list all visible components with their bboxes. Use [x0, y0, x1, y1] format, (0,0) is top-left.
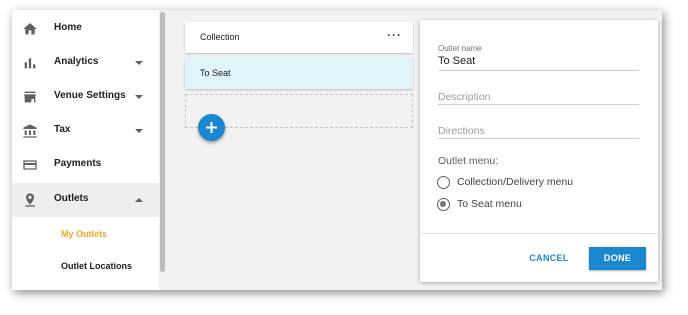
outlet-card-collection[interactable]: Collection ··· — [185, 22, 413, 53]
menu-option-label: To Seat menu — [457, 198, 522, 210]
sidebar-item-tax[interactable]: Tax — [12, 114, 159, 148]
sidebar-item-label: Outlets — [54, 193, 89, 204]
chevron-up-icon — [135, 198, 143, 202]
more-horizontal-icon[interactable]: ··· — [387, 29, 402, 41]
outlet-name-label: Outlet name — [438, 44, 482, 53]
sidebar-item-home[interactable]: Home — [12, 12, 159, 46]
bar-chart-icon — [24, 58, 36, 69]
sidebar-scrollbar-thumb[interactable] — [160, 12, 165, 272]
plus-icon — [206, 122, 217, 133]
description-underline — [438, 104, 639, 105]
app-window: Home Analytics Venue Settings Tax Paymen… — [12, 10, 662, 290]
chevron-down-icon — [135, 61, 143, 65]
outlet-card-to-seat[interactable]: To Seat — [185, 58, 413, 89]
directions-field[interactable]: Directions — [438, 125, 485, 137]
sidebar-item-venue-settings[interactable]: Venue Settings — [12, 80, 159, 114]
credit-card-icon — [23, 160, 37, 170]
menu-option-label: Collection/Delivery menu — [457, 176, 574, 188]
outlet-name-field[interactable]: To Seat — [438, 55, 475, 67]
storefront-icon — [24, 91, 36, 103]
location-pin-icon — [25, 193, 35, 207]
home-icon — [23, 23, 37, 35]
sidebar: Home Analytics Venue Settings Tax Paymen… — [12, 10, 159, 290]
menu-option-to-seat[interactable]: To Seat menu — [437, 196, 522, 212]
radio-unchecked-icon[interactable] — [437, 175, 450, 189]
sidebar-subitem-my-outlets[interactable]: My Outlets — [61, 229, 107, 239]
chevron-down-icon — [135, 129, 143, 133]
sidebar-item-label: Payments — [54, 158, 102, 169]
outlet-menu-label: Outlet menu: — [438, 155, 499, 167]
sidebar-item-label: Venue Settings — [54, 90, 126, 101]
outlet-edit-panel: Outlet name To Seat Description Directio… — [420, 20, 658, 282]
sidebar-item-label: Analytics — [54, 56, 99, 67]
radio-checked-icon[interactable] — [437, 197, 450, 211]
add-outlet-button[interactable] — [198, 114, 225, 141]
outlet-card-label: Collection — [200, 32, 240, 42]
directions-underline — [438, 138, 639, 139]
sidebar-item-analytics[interactable]: Analytics — [12, 46, 159, 80]
outlet-card-label: To Seat — [200, 68, 231, 78]
sidebar-item-payments[interactable]: Payments — [12, 148, 159, 182]
menu-option-collection-delivery[interactable]: Collection/Delivery menu — [437, 174, 573, 190]
done-button[interactable]: DONE — [589, 247, 646, 270]
sidebar-item-outlets[interactable]: Outlets — [12, 183, 159, 217]
sidebar-subitem-outlet-locations[interactable]: Outlet Locations — [61, 261, 132, 271]
panel-footer-divider — [420, 233, 658, 234]
cancel-button[interactable]: CANCEL — [523, 247, 575, 270]
sidebar-item-label: Home — [54, 22, 82, 33]
chevron-down-icon — [135, 95, 143, 99]
description-field[interactable]: Description — [438, 91, 491, 103]
bank-icon — [23, 124, 37, 138]
outlet-name-underline — [438, 70, 639, 71]
sidebar-item-label: Tax — [54, 124, 71, 135]
